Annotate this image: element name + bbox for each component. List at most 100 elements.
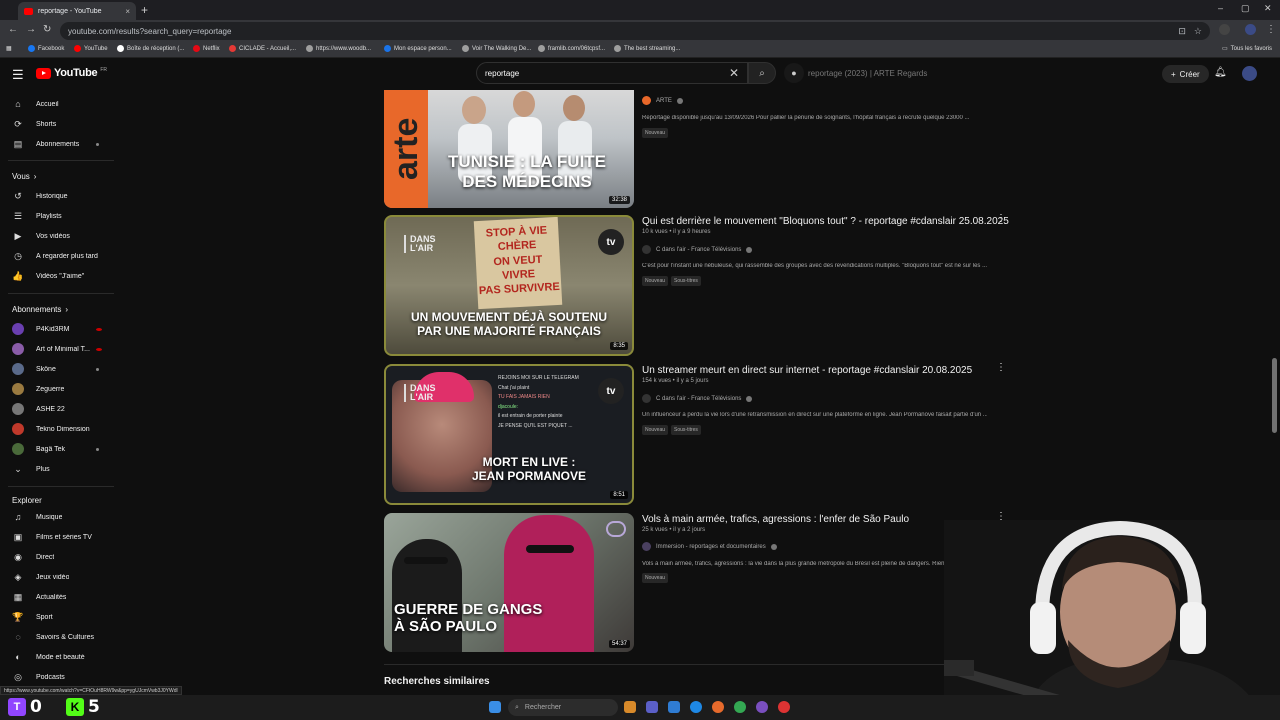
address-bar[interactable]: youtube.com/results?search_query=reporta… [60,22,1210,40]
video-thumbnail[interactable]: GUERRE DE GANGS À SÃO PAULO 54:37 [384,513,634,652]
file-explorer-icon[interactable] [668,701,680,713]
sidebar-item-liked-videos[interactable]: 👍 Vidéos "J'aime" [0,267,118,285]
sidebar-item-podcasts[interactable]: ◎ Podcasts [0,668,118,686]
sidebar-channel[interactable]: P4Kid3RM [0,320,118,338]
sidebar-item-historique[interactable]: ↺ Historique [0,187,118,205]
bookmark-facebook[interactable]: Facebook [28,45,64,52]
teams-icon[interactable] [646,701,658,713]
menu-icon[interactable]: ☰ [12,67,24,83]
page-scrollbar[interactable] [1272,358,1277,433]
video-title-link[interactable]: Qui est derrière le mouvement "Bloquons … [642,216,1009,227]
twitch-logo-icon: T [8,698,26,716]
account-avatar[interactable] [1242,66,1257,81]
bookmark-streaming[interactable]: The best streaming... [614,45,680,52]
clear-search-icon[interactable]: ✕ [729,66,739,80]
sidebar-show-more[interactable]: ⌄ Plus [0,460,118,478]
search-input[interactable] [485,68,729,78]
taskbar-search[interactable]: ⌕ Rechercher [508,699,618,716]
sidebar-item-savoirs[interactable]: ◌ Savoirs & Cultures [0,628,118,646]
sidebar-channel[interactable]: Zeguerre [0,380,118,398]
reload-icon[interactable]: ↻ [43,24,51,35]
sidebar-channel[interactable]: Bagâ Tek [0,440,118,458]
search-box: ✕ [476,62,748,84]
sidebar-channel[interactable]: Art of Minimal T... [0,340,118,358]
edge-icon[interactable] [690,701,702,713]
channel-link[interactable]: Immersion - reportages et documentaires [642,542,777,551]
sidebar-subscriptions-heading[interactable]: Abonnements › [12,305,68,314]
sidebar-item-abonnements[interactable]: ▤ Abonnements [0,135,118,153]
sidebar-you-heading[interactable]: Vous › [12,172,36,181]
bookmark-gmail[interactable]: Boîte de réception (... [117,45,184,52]
sidebar-item-sport[interactable]: 🏆 Sport [0,608,118,626]
sidebar-channel[interactable]: Tekno Dimension [0,420,118,438]
video-thumbnail[interactable]: STOP À VIE CHÈRE ON VEUT VIVRE PAS SURVI… [384,215,634,356]
show-logo: DANS L'AIR [404,235,436,253]
video-badges: Nouveau [642,128,669,138]
video-title-link[interactable]: Un streamer meurt en direct sur internet… [642,365,972,376]
profile-icon[interactable] [1245,24,1256,35]
bookmark-espace-personnel[interactable]: Mon espace person... [384,45,452,52]
bookmark-star-icon[interactable]: ☆ [1194,26,1202,37]
more-options-icon[interactable]: ⋮ [996,362,1006,373]
chevron-right-icon: › [33,172,37,181]
app-icon[interactable] [756,701,768,713]
new-tab-button[interactable]: + [141,3,148,17]
sidebar-item-musique[interactable]: ♫ Musique [0,508,118,526]
maximize-button[interactable]: ▢ [1241,3,1250,14]
video-thumbnail[interactable]: arte TUNISIE : LA FUITE DES MÉDECINS 32:… [384,90,634,208]
search-button[interactable]: ⌕ [748,62,776,84]
channel-link[interactable]: C dans l'air - France Télévisions [642,394,753,403]
create-button[interactable]: + Créer [1162,65,1209,83]
channel-link[interactable]: ARTE [642,96,683,105]
channel-avatar [12,323,24,335]
live-indicator [96,327,102,331]
sidebar-explore-heading: Explorer [12,496,42,505]
sidebar-item-accueil[interactable]: ⌂ Accueil [0,95,118,113]
app-icon[interactable] [624,701,636,713]
sidebar-item-vos-videos[interactable]: ▶ Vos vidéos [0,227,118,245]
sidebar-item-mode[interactable]: ◐ Mode et beauté [0,648,118,666]
bookmark-youtube[interactable]: YouTube [74,45,108,52]
sidebar-channel[interactable]: Skône [0,360,118,378]
back-icon[interactable]: ← [8,24,18,35]
forward-icon[interactable]: → [26,24,36,35]
sidebar-item-playlists[interactable]: ☰ Playlists [0,207,118,225]
sidebar-item-direct[interactable]: ◉ Direct [0,548,118,566]
minimize-button[interactable]: – [1218,3,1223,13]
plus-icon: + [1171,69,1176,79]
all-bookmarks[interactable]: ▭ Tous les favoris [1222,45,1272,53]
youtube-logo[interactable]: YouTube FR [36,67,107,79]
sidebar-channel[interactable]: ASHE 22 [0,400,118,418]
bookmark-framlib[interactable]: framlib.com/06tcpsf... [538,45,605,52]
sidebar-item-films[interactable]: ▣ Films et séries TV [0,528,118,546]
sidebar-item-watch-later[interactable]: ◷ À regarder plus tard [0,247,118,265]
install-icon[interactable]: ⊡ [1178,26,1186,37]
bookmark-woodb[interactable]: https://www.woodb... [306,45,371,52]
video-title-link[interactable]: Vols à main armée, trafics, agressions :… [642,514,909,525]
badge: Nouveau [642,425,669,435]
bookmark-walking-dead[interactable]: Voir The Walking De... [462,45,531,52]
bookmark-favicon-icon [117,45,124,52]
more-options-icon[interactable]: ⋮ [996,213,1006,224]
close-window-button[interactable]: ✕ [1264,3,1272,14]
chrome-icon[interactable] [734,701,746,713]
channel-link[interactable]: C dans l'air - France Télévisions [642,245,753,254]
video-thumbnail[interactable]: REJOINS MOI SUR LE TELEGRAM Chat j'ai pl… [384,364,634,505]
lightbulb-icon: ◌ [15,632,21,642]
sidebar-item-jeux[interactable]: ◈ Jeux vidéo [0,568,118,586]
apps-icon[interactable]: ▦ [6,45,12,52]
extensions-icon[interactable] [1219,24,1230,35]
firefox-icon[interactable] [712,701,724,713]
app-icon[interactable] [778,701,790,713]
windows-start-icon[interactable] [489,701,501,713]
voice-search-button[interactable]: ● [784,63,804,83]
browser-menu-icon[interactable]: ⋮ [1266,24,1276,35]
sidebar-item-shorts[interactable]: ⟳ Shorts [0,115,118,133]
notifications-bell-icon[interactable]: 🔔︎ [1214,67,1227,78]
bookmark-netflix[interactable]: Netflix [193,45,220,52]
bookmark-ciclade[interactable]: CICLADE - Accueil,... [229,45,296,52]
sidebar-item-actualites[interactable]: ▦ Actualités [0,588,118,606]
browser-tab[interactable]: reportage - YouTube × [18,2,136,20]
gaming-icon: ◈ [14,571,22,582]
tab-close-icon[interactable]: × [125,7,130,16]
